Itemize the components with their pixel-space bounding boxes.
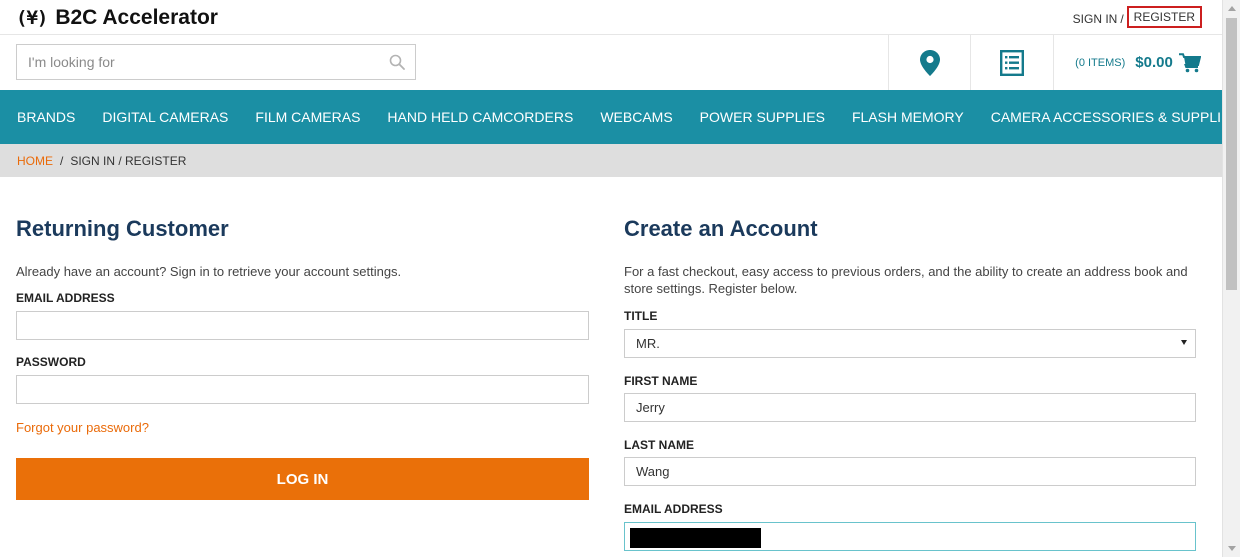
scroll-down-arrow-icon[interactable] <box>1228 546 1236 551</box>
list-icon <box>1000 49 1024 76</box>
breadcrumb-separator: / <box>60 153 64 168</box>
title-select-value: MR. <box>636 336 660 351</box>
login-title: Returning Customer <box>16 216 229 241</box>
search-icon[interactable] <box>389 54 405 70</box>
cart-item-count: (0 ITEMS) <box>1075 56 1126 69</box>
nav-item-film-cameras[interactable]: FILM CAMERAS <box>255 109 360 125</box>
map-pin-icon <box>919 49 940 76</box>
password-label: PASSWORD <box>16 355 86 369</box>
search-row: (0 ITEMS) $0.00 <box>0 35 1222 90</box>
password-input[interactable] <box>28 376 588 403</box>
last-name-field[interactable]: Wang <box>624 457 1196 486</box>
nav-item-brands[interactable]: BRANDS <box>17 109 75 125</box>
last-name-label: LAST NAME <box>624 438 694 452</box>
login-email-label: EMAIL ADDRESS <box>16 291 115 305</box>
first-name-label: FIRST NAME <box>624 374 698 388</box>
logo-mark-icon: (¥) <box>16 7 48 29</box>
page: (¥) B2C Accelerator SIGN IN / REGISTER I… <box>0 0 1240 557</box>
register-intro: For a fast checkout, easy access to prev… <box>624 264 1188 296</box>
nav-item-flash-memory[interactable]: FLASH MEMORY <box>852 109 964 125</box>
nav-item-webcams[interactable]: WEBCAMS <box>600 109 672 125</box>
register-email-field[interactable] <box>624 522 1196 551</box>
title-label: TITLE <box>624 309 658 323</box>
register-title: Create an Account <box>624 216 818 241</box>
nav-item-hand-held-camcorders[interactable]: HAND HELD CAMCORDERS <box>387 109 573 125</box>
search-box <box>16 44 416 80</box>
sign-in-link[interactable]: SIGN IN <box>1073 12 1118 26</box>
site-logo[interactable]: (¥) B2C Accelerator <box>16 6 218 30</box>
breadcrumb: HOME / SIGN IN / REGISTER <box>0 144 1222 177</box>
title-select[interactable]: MR. <box>624 329 1196 358</box>
login-email-input[interactable] <box>28 312 588 339</box>
content-area: (¥) B2C Accelerator SIGN IN / REGISTER I… <box>0 0 1222 557</box>
scroll-thumb[interactable] <box>1226 18 1237 290</box>
page-scrollbar[interactable] <box>1222 0 1240 557</box>
first-name-field[interactable]: Jerry <box>624 393 1196 422</box>
nav-item-digital-cameras[interactable]: DIGITAL CAMERAS <box>102 109 228 125</box>
store-finder-button[interactable] <box>888 35 970 90</box>
cart-total: $0.00 <box>1135 54 1173 71</box>
login-email-field[interactable] <box>16 311 589 340</box>
password-field[interactable] <box>16 375 589 404</box>
log-in-button[interactable]: LOG IN <box>16 458 589 500</box>
logo-text: B2C Accelerator <box>55 6 218 29</box>
search-input[interactable] <box>17 45 377 79</box>
first-name-value: Jerry <box>636 400 665 415</box>
redacted-email-value <box>630 528 761 548</box>
nav-item-camera-accessories[interactable]: CAMERA ACCESSORIES & SUPPLIES <box>991 109 1222 125</box>
chevron-down-icon <box>1181 340 1187 345</box>
register-link[interactable]: REGISTER <box>1126 6 1202 28</box>
main-navigation: BRANDS DIGITAL CAMERAS FILM CAMERAS HAND… <box>0 90 1222 144</box>
breadcrumb-current: SIGN IN / REGISTER <box>70 153 187 168</box>
mini-cart-button[interactable]: (0 ITEMS) $0.00 <box>1053 35 1222 90</box>
breadcrumb-home-link[interactable]: HOME <box>17 154 53 168</box>
account-link-separator: / <box>1120 12 1124 26</box>
last-name-value: Wang <box>636 464 670 479</box>
cart-icon <box>1178 52 1201 72</box>
nav-item-power-supplies[interactable]: POWER SUPPLIES <box>700 109 825 125</box>
top-bar: (¥) B2C Accelerator SIGN IN / REGISTER <box>0 0 1222 35</box>
quick-order-button[interactable] <box>970 35 1053 90</box>
scroll-up-arrow-icon[interactable] <box>1228 6 1236 11</box>
account-links: SIGN IN / REGISTER <box>1073 6 1202 28</box>
forgot-password-link[interactable]: Forgot your password? <box>16 420 149 435</box>
register-email-label: EMAIL ADDRESS <box>624 502 723 516</box>
login-intro: Already have an account? Sign in to retr… <box>16 264 402 279</box>
